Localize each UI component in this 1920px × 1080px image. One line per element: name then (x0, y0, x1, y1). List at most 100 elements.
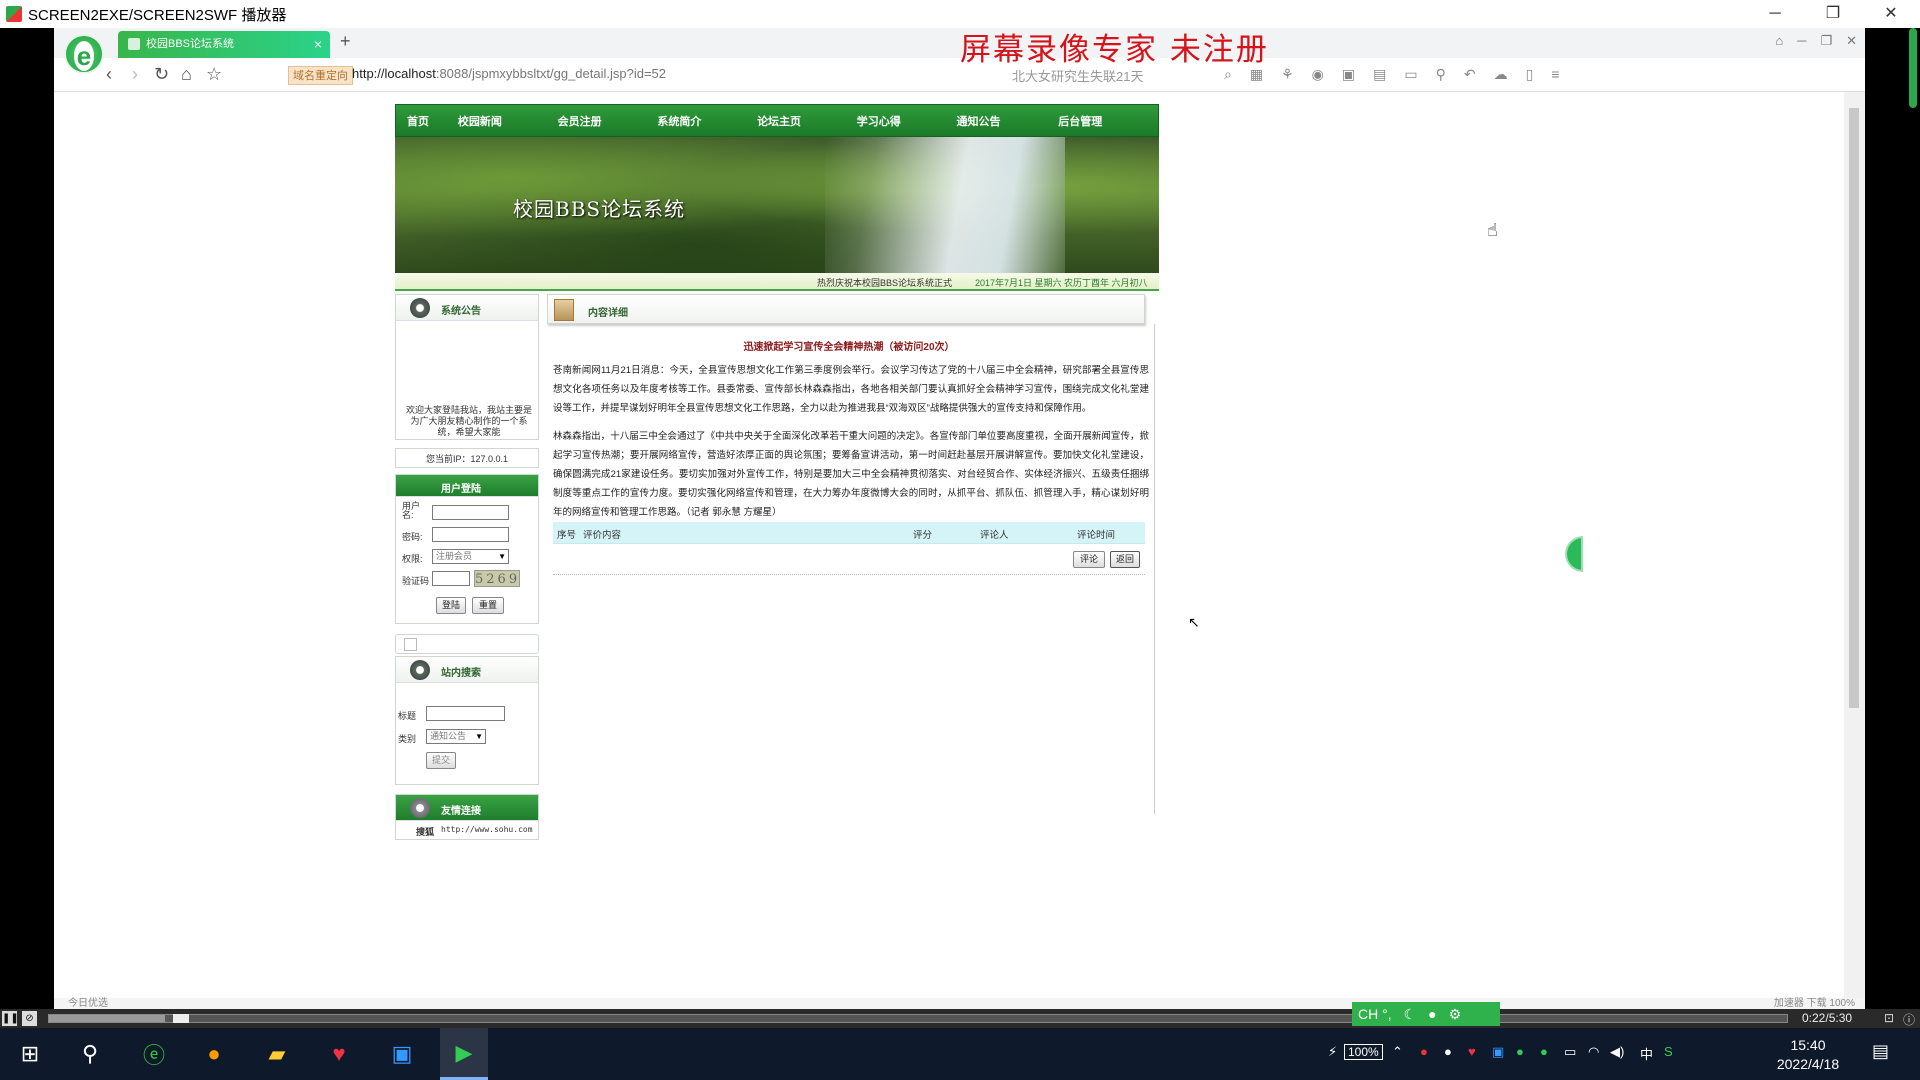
captcha-input[interactable] (432, 571, 470, 586)
share-icon[interactable]: ⚘ (1281, 66, 1294, 83)
scrollbar-thumb[interactable] (1849, 108, 1859, 708)
notification-icon[interactable]: ▤ (1872, 1041, 1889, 1062)
nav-home[interactable]: 首页 (407, 113, 458, 129)
app-orange-icon[interactable]: ● (190, 1028, 238, 1080)
tray-app-icon[interactable]: ● (1444, 1044, 1452, 1059)
home-icon[interactable]: ⌂ (181, 64, 192, 85)
battery-indicator[interactable]: 100% (1344, 1044, 1383, 1060)
taskbar: ⊞ ⚲ ⓔ ● ▰ ♥ ▣ ▶ ⚡ 100% ⌃ ● ● ♥ ▣ ● ● ▭ ◠… (0, 1028, 1920, 1080)
login-button[interactable]: 登陆 (436, 597, 466, 614)
shield-icon[interactable]: ◉ (1312, 66, 1324, 83)
video-scroll-indicator (1909, 28, 1917, 108)
nav-admin[interactable]: 后台管理 (1058, 113, 1158, 129)
tray-app-icon[interactable]: ♥ (1468, 1044, 1476, 1059)
zoom-icon[interactable]: ⚲ (1436, 66, 1446, 83)
category-select[interactable]: 通知公告 ▼ (426, 729, 486, 744)
search-title-input[interactable] (426, 706, 505, 721)
document-icon (554, 299, 574, 321)
screen-player-icon[interactable]: ▶ (440, 1028, 488, 1080)
link-sohu-name[interactable]: 搜狐 (416, 825, 434, 838)
back-icon[interactable]: ‹ (106, 64, 112, 85)
playback-knob[interactable] (173, 1014, 189, 1023)
checkbox-icon[interactable] (404, 638, 417, 651)
app-blue-icon[interactable]: ▣ (378, 1028, 426, 1080)
nav-campus-news[interactable]: 校园新闻 (458, 113, 558, 129)
dropdown-arrow-icon: ▼ (498, 552, 506, 561)
file-explorer-icon[interactable]: ▰ (253, 1028, 301, 1080)
screenshot-icon[interactable]: ▭ (1404, 66, 1417, 83)
tray-app-icon[interactable]: ● (1420, 1044, 1428, 1059)
bookmark-icon[interactable]: ▯ (1526, 66, 1534, 83)
wechat-icon[interactable]: ● (1540, 1044, 1548, 1059)
clock[interactable]: 15:40 2022/4/18 (1768, 1036, 1848, 1074)
status-left[interactable]: 今日优选 (68, 998, 108, 1009)
browser-restore-icon[interactable]: ❐ (1820, 33, 1832, 49)
favorite-star-icon[interactable]: ☆ (206, 64, 222, 85)
forward-icon[interactable]: › (132, 64, 138, 85)
wifi-icon[interactable]: ◠ (1588, 1044, 1599, 1060)
role-value: 注册会员 (436, 551, 473, 561)
chevron-up-icon[interactable]: ⌃ (1392, 1044, 1403, 1060)
close-button[interactable]: ✕ (1862, 0, 1920, 28)
minimize-button[interactable]: ─ (1746, 0, 1804, 28)
battery-icon[interactable]: ▭ (1564, 1044, 1576, 1060)
password-input[interactable] (432, 527, 509, 542)
extension-icon[interactable]: ▤ (1373, 66, 1386, 83)
nav-forum[interactable]: 论坛主页 (757, 113, 857, 129)
speaker-icon (410, 660, 430, 680)
tab-active[interactable]: 校园BBS论坛系统 × (118, 31, 330, 58)
info-icon[interactable]: ⓘ (1903, 1011, 1915, 1028)
username-input[interactable] (432, 505, 509, 520)
tab-close-icon[interactable]: × (314, 31, 322, 58)
title-label: 标题 (398, 711, 417, 721)
stop-icon[interactable]: ⊘ (22, 1011, 37, 1026)
reload-icon[interactable]: ↻ (154, 64, 169, 85)
browser-logo-icon[interactable]: e (64, 34, 104, 74)
start-icon[interactable]: ⊞ (6, 1028, 54, 1080)
ime-language[interactable]: 中 (1640, 1044, 1653, 1063)
undo-icon[interactable]: ↶ (1464, 66, 1476, 83)
browser-close-icon[interactable]: ✕ (1846, 33, 1857, 49)
role-select[interactable]: 注册会员 ▼ (432, 549, 509, 564)
pdf-icon[interactable]: ▣ (1342, 66, 1355, 83)
volume-icon[interactable]: ◀) (1610, 1044, 1624, 1060)
browser-minimize-icon[interactable]: ─ (1797, 33, 1806, 49)
pause-icon[interactable]: ❚❚ (2, 1011, 19, 1026)
submit-button[interactable]: 提交 (426, 752, 456, 769)
restore-button[interactable]: ❐ (1804, 0, 1862, 28)
search-icon[interactable]: ⚲ (66, 1028, 114, 1080)
ime-s-icon[interactable]: S (1664, 1044, 1673, 1059)
moon-icon[interactable]: ☾ (1404, 1002, 1417, 1026)
captcha-label: 验证码 (402, 576, 430, 586)
app-red-icon[interactable]: ♥ (315, 1028, 363, 1080)
comment-button[interactable]: 评论 (1073, 551, 1105, 568)
category-value: 通知公告 (430, 731, 467, 741)
playback-progress (49, 1015, 166, 1022)
settings-icon[interactable]: ⚙ (1449, 1002, 1462, 1026)
nav-about[interactable]: 系统简介 (657, 113, 757, 129)
link-sohu-url[interactable]: http://www.sohu.com (441, 825, 533, 834)
tray-app-icon[interactable]: ▣ (1492, 1044, 1504, 1060)
mouse-pointer-icon: ↖ (1188, 614, 1200, 630)
url-field[interactable]: http://localhost:8088/jspmxybbsltxt/gg_d… (352, 66, 666, 81)
menu-icon[interactable]: ≡ (1551, 66, 1559, 83)
user-icon[interactable]: ● (1428, 1002, 1436, 1026)
playback-track[interactable] (48, 1014, 1788, 1023)
skin-icon[interactable]: ⌂ (1775, 33, 1783, 49)
ime-toolbar[interactable]: CH °, ☾ ● ⚙ (1352, 1002, 1500, 1026)
nav-register[interactable]: 会员注册 (558, 113, 658, 129)
redirect-badge[interactable]: 域名重定向 (288, 66, 353, 85)
reset-button[interactable]: 重置 (472, 597, 504, 614)
nav-study[interactable]: 学习心得 (857, 113, 957, 129)
side-float-button[interactable] (1565, 536, 1583, 572)
nav-notice[interactable]: 通知公告 (957, 113, 1059, 129)
cloud-icon[interactable]: ☁ (1494, 66, 1508, 83)
browser-app-icon[interactable]: ⓔ (130, 1028, 178, 1080)
page-scrollbar[interactable] (1844, 92, 1865, 998)
back-button[interactable]: 返回 (1110, 551, 1140, 568)
captcha-image[interactable]: 5269 (474, 570, 520, 587)
browser-window-controls: ⌂ ─ ❐ ✕ (1775, 33, 1857, 49)
wechat-icon[interactable]: ● (1516, 1044, 1524, 1059)
new-tab-button[interactable]: + (340, 31, 351, 52)
fit-icon[interactable]: ⊡ (1884, 1011, 1894, 1025)
